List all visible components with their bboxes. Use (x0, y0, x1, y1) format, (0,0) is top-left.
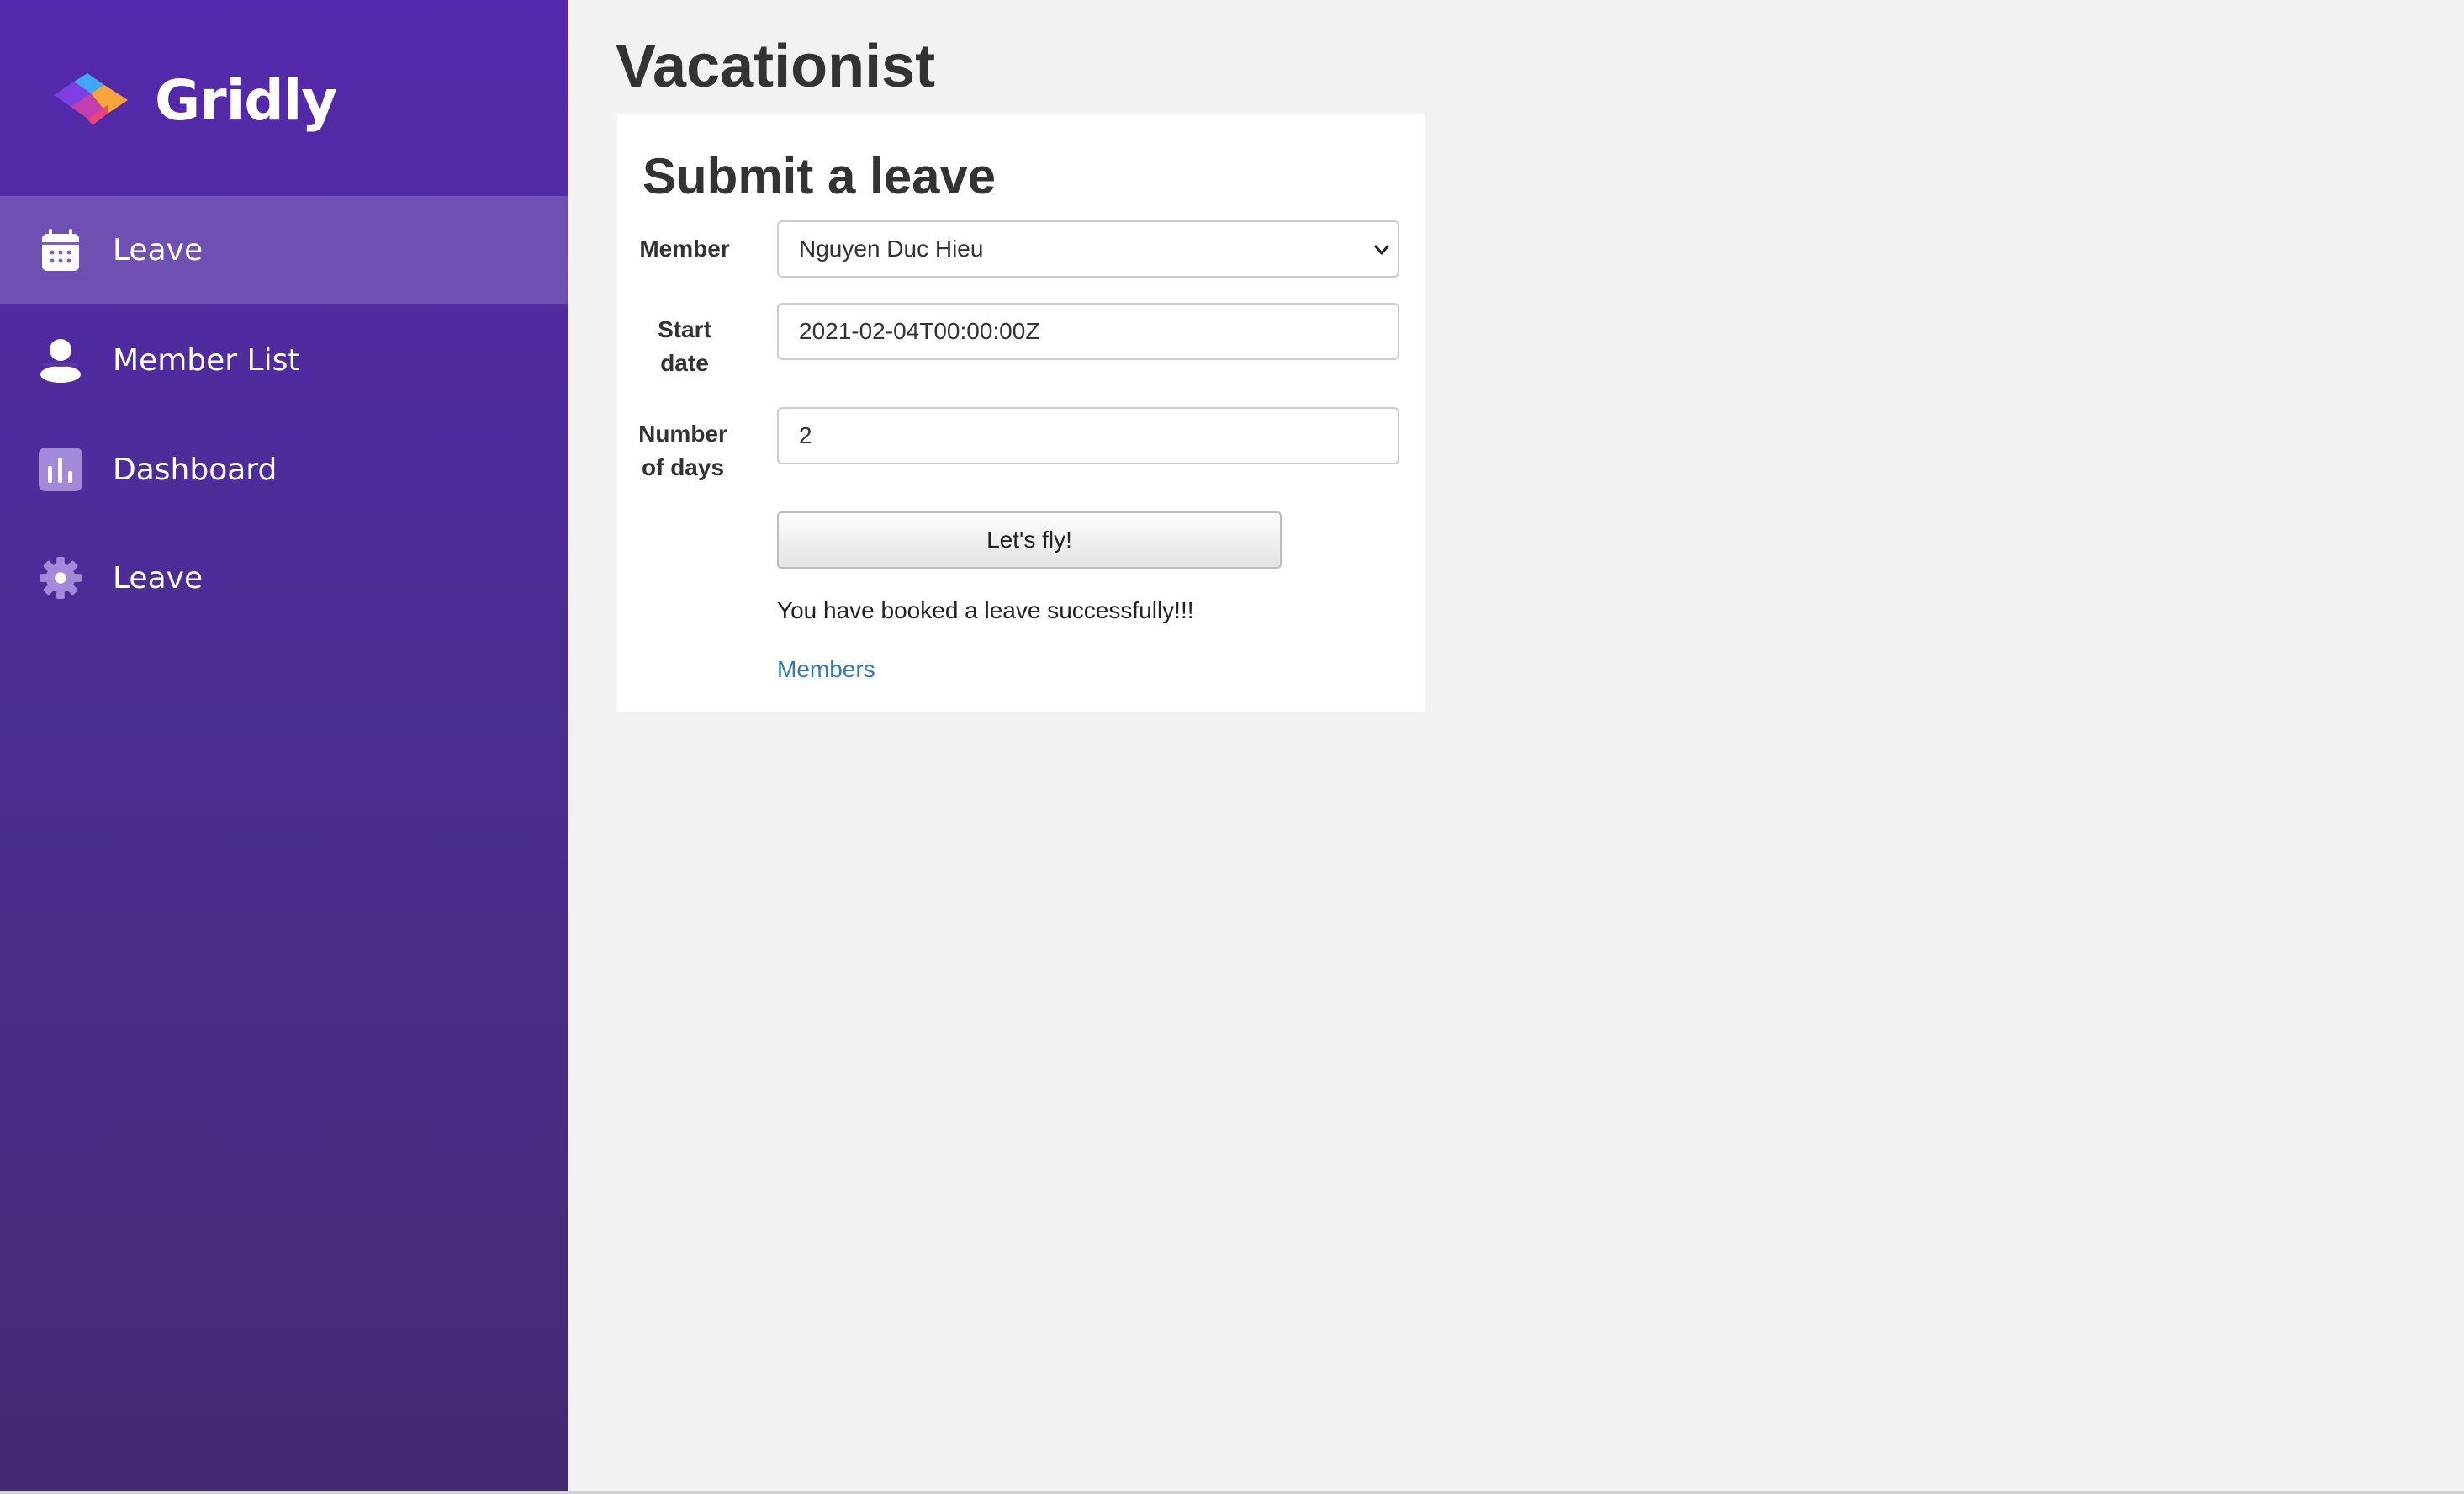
number-of-days-label-line1: Number (638, 421, 727, 447)
member-select[interactable]: Nguyen Duc Hieu (777, 220, 1399, 278)
number-of-days-label-line2: of days (641, 454, 725, 480)
calendar-icon (39, 226, 82, 273)
sidebar-item-dashboard[interactable]: Dashboard (0, 416, 568, 523)
sidebar: Gridly Leave Member List Dashboard Leave (0, 0, 568, 1491)
form-title: Submit a leave (642, 148, 997, 204)
chevron-down-icon (1374, 245, 1389, 255)
page-title: Vacationist (616, 33, 936, 100)
start-date-label-line1: Start (658, 316, 711, 342)
submit-leave-button[interactable]: Let's fly! (777, 511, 1282, 569)
gridly-logo-mark (54, 73, 128, 125)
start-date-input[interactable]: 2021-02-04T00:00:00Z (777, 303, 1399, 360)
bar-chart-icon (39, 446, 82, 493)
gridly-logo[interactable]: Gridly (49, 62, 337, 138)
number-of-days-label: Number of days (624, 417, 742, 485)
start-date-label-line2: date (660, 350, 709, 376)
user-icon (39, 336, 82, 384)
start-date-value: 2021-02-04T00:00:00Z (799, 318, 1040, 344)
sidebar-item-member-list[interactable]: Member List (0, 306, 568, 414)
sidebar-item-settings[interactable]: Leave (0, 524, 568, 632)
gear-icon (39, 554, 82, 601)
success-message: You have booked a leave successfully!!! (777, 597, 1194, 623)
window-bottom-border (0, 1491, 2464, 1494)
member-label: Member (639, 236, 730, 262)
members-link[interactable]: Members (777, 653, 875, 686)
sidebar-item-leave[interactable]: Leave (0, 196, 568, 304)
leave-form-card: Submit a leave Member Nguyen Duc Hieu St… (617, 114, 1425, 712)
sidebar-item-label: Leave (113, 560, 204, 596)
member-select-value: Nguyen Duc Hieu (799, 236, 984, 262)
brand-name: Gridly (155, 67, 337, 133)
sidebar-item-label: Member List (113, 342, 300, 378)
number-of-days-input[interactable]: 2 (777, 407, 1399, 464)
sidebar-item-label: Leave (113, 232, 204, 268)
start-date-label: Start date (626, 313, 743, 380)
sidebar-item-label: Dashboard (113, 452, 278, 487)
number-of-days-value: 2 (799, 422, 812, 448)
